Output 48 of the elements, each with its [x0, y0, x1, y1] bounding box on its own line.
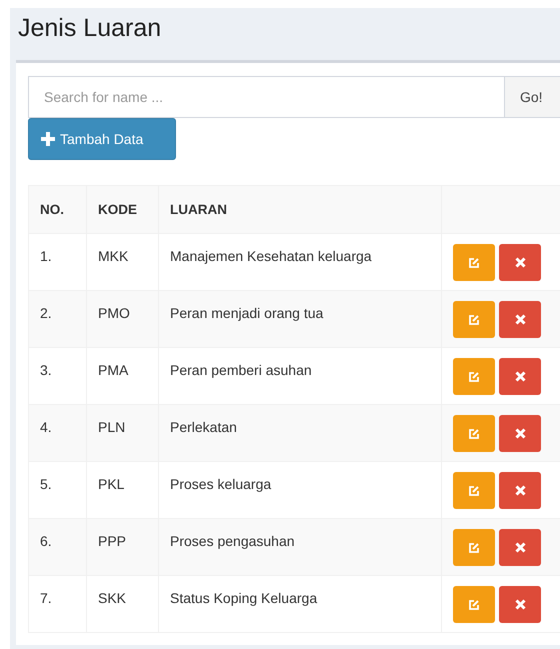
delete-button[interactable] — [499, 472, 541, 509]
table-cell: Status Koping Keluarga — [158, 576, 442, 632]
close-icon — [514, 599, 526, 610]
edit-icon — [468, 428, 480, 440]
column-header: KODE — [86, 186, 158, 234]
plus-icon — [41, 132, 55, 146]
close-icon — [514, 371, 526, 382]
add-data-button[interactable]: Tambah Data — [28, 118, 176, 160]
delete-button[interactable] — [499, 358, 541, 395]
edit-button[interactable] — [453, 358, 495, 395]
table-cell: 4. — [28, 404, 86, 462]
edit-icon — [468, 370, 480, 382]
delete-button[interactable] — [499, 586, 541, 623]
column-header: NO. — [28, 186, 86, 234]
edit-button[interactable] — [453, 301, 495, 338]
close-icon — [514, 428, 526, 439]
go-button[interactable]: Go! — [505, 76, 560, 118]
table-cell: Perlekatan — [158, 404, 442, 462]
delete-button[interactable] — [499, 301, 541, 338]
close-icon — [514, 257, 526, 268]
table-cell: Peran menjadi orang tua — [158, 290, 442, 348]
delete-button[interactable] — [499, 415, 541, 452]
edit-button[interactable] — [453, 244, 495, 281]
page-title: Jenis Luaran — [17, 13, 162, 44]
table-cell: 7. — [28, 576, 86, 632]
edit-icon — [468, 484, 480, 496]
delete-button[interactable] — [499, 529, 541, 566]
edit-icon — [468, 256, 480, 268]
edit-button[interactable] — [453, 472, 495, 509]
edit-button[interactable] — [453, 586, 495, 623]
edit-icon — [468, 598, 480, 610]
table-cell: PMO — [86, 290, 158, 348]
delete-button[interactable] — [499, 244, 541, 281]
edit-icon — [468, 314, 480, 326]
search-field[interactable]: Search for name ... — [28, 76, 505, 118]
close-icon — [514, 542, 526, 553]
table-cell: 6. — [28, 518, 86, 576]
table-cell: 2. — [28, 290, 86, 348]
close-icon — [514, 485, 526, 496]
table-cell: PPP — [86, 518, 158, 576]
column-header: LUARAN — [158, 186, 442, 234]
edit-icon — [468, 542, 480, 554]
table-cell: PLN — [86, 404, 158, 462]
table-cell: SKK — [86, 576, 158, 632]
table-cell: Proses pengasuhan — [158, 518, 442, 576]
edit-button[interactable] — [453, 415, 495, 452]
edit-button[interactable] — [453, 529, 495, 566]
close-icon — [514, 314, 526, 325]
